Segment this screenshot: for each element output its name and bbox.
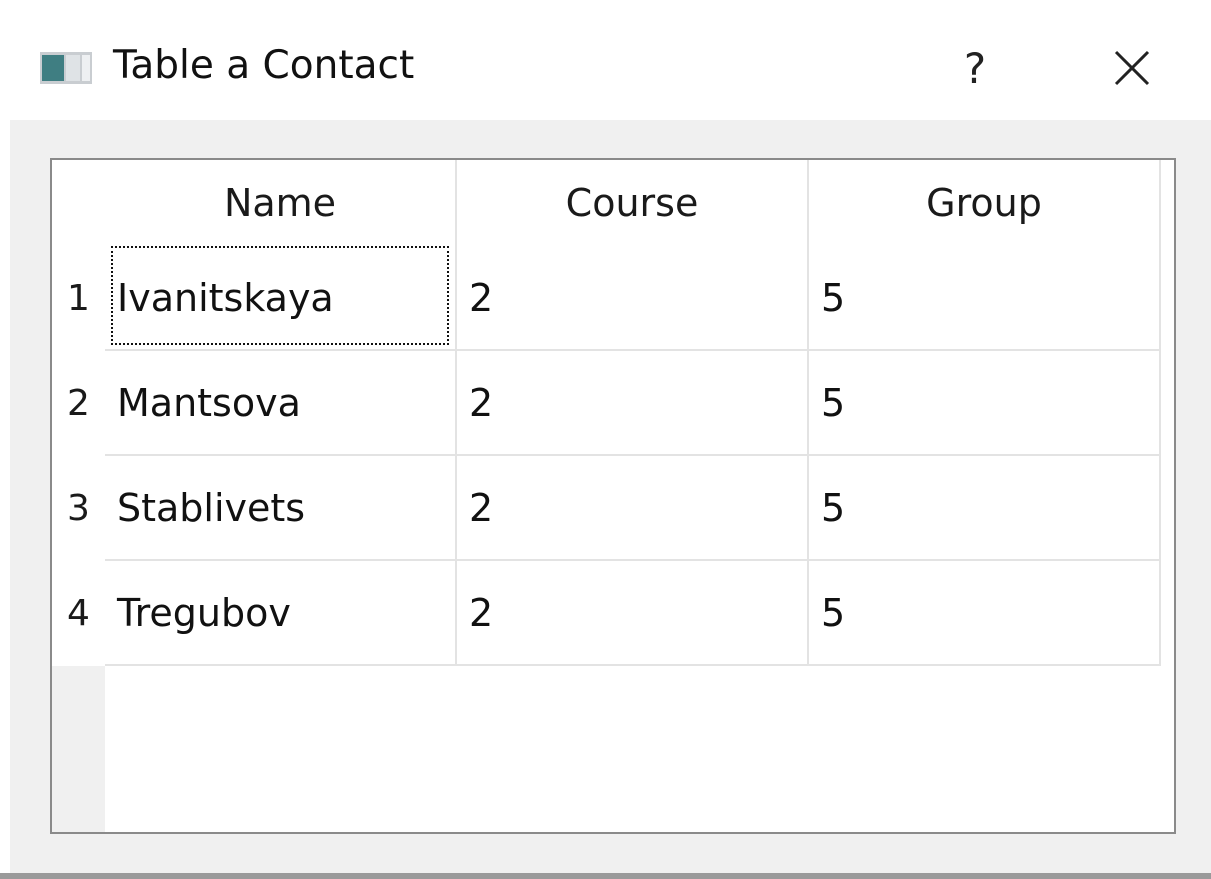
table-cell-course[interactable]: 2 (457, 561, 809, 666)
row-header[interactable]: 1 (52, 246, 105, 351)
title-bar[interactable]: Table a Contact ? (0, 0, 1211, 120)
table-cell-group[interactable]: 5 (809, 351, 1161, 456)
table-cell-name[interactable]: Ivanitskaya (105, 246, 457, 351)
close-button[interactable] (1100, 36, 1164, 100)
column-header-course[interactable]: Course (457, 160, 809, 246)
table-cell-group[interactable]: 5 (809, 456, 1161, 561)
table-cell-group[interactable]: 5 (809, 246, 1161, 351)
row-header[interactable]: 4 (52, 561, 105, 666)
table-row: 1 Ivanitskaya 2 5 (52, 246, 1161, 351)
window-title: Table a Contact (113, 43, 415, 88)
table-row: 2 Mantsova 2 5 (52, 351, 1161, 456)
table-row: 3 Stablivets 2 5 (52, 456, 1161, 561)
window-bottom-edge (0, 873, 1211, 879)
table-cell-name[interactable]: Tregubov (105, 561, 457, 666)
table-cell-course[interactable]: 2 (457, 246, 809, 351)
contact-table[interactable]: Name Course Group 1 Ivanitskaya 2 5 2 Ma… (50, 158, 1176, 834)
table-row: 4 Tregubov 2 5 (52, 561, 1161, 666)
row-header[interactable]: 2 (52, 351, 105, 456)
table-cell-group[interactable]: 5 (809, 561, 1161, 666)
column-header-row: Name Course Group (105, 160, 1161, 246)
close-icon (1114, 50, 1150, 86)
table-cell-course[interactable]: 2 (457, 351, 809, 456)
table-cell-name[interactable]: Mantsova (105, 351, 457, 456)
dialog-window: Table a Contact ? Name Course Group 1 Iv… (0, 0, 1211, 879)
window-app-icon (40, 52, 92, 84)
column-header-name[interactable]: Name (105, 160, 457, 246)
row-header[interactable]: 3 (52, 456, 105, 561)
help-button[interactable]: ? (943, 36, 1007, 100)
column-header-group[interactable]: Group (809, 160, 1161, 246)
table-cell-course[interactable]: 2 (457, 456, 809, 561)
table-body: 1 Ivanitskaya 2 5 2 Mantsova 2 5 3 Stabl… (52, 246, 1161, 666)
table-cell-name[interactable]: Stablivets (105, 456, 457, 561)
